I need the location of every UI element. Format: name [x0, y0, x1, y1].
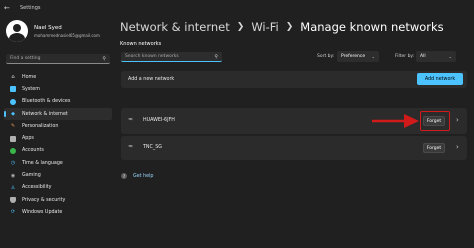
apps-icon — [10, 135, 16, 142]
sidebar-item-label: Privacy & security — [22, 197, 66, 203]
sidebar-item-network[interactable]: ◆ Network & internet — [4, 107, 112, 121]
sidebar-item-label: System — [22, 86, 40, 92]
breadcrumb: Network & internet ❯ Wi-Fi ❯ Manage know… — [120, 20, 444, 34]
search-icon: ⚲ — [214, 53, 218, 60]
sidebar-item-label: Apps — [22, 136, 34, 142]
gaming-icon: ◉ — [10, 172, 16, 179]
add-network-label: Add a new network — [128, 77, 175, 82]
breadcrumb-network-internet[interactable]: Network & internet — [120, 20, 230, 34]
chevron-right-icon: ❯ — [236, 22, 245, 32]
sort-by-label: Sort by: — [317, 54, 335, 59]
sidebar: Nael Syed mohammednasiel65@gmail.com Fin… — [0, 16, 114, 248]
sidebar-item-windows-update[interactable]: ⟳ Windows Update — [4, 206, 112, 218]
sidebar-item-label: Accounts — [22, 148, 44, 154]
sidebar-item-accounts[interactable]: Accounts — [4, 145, 112, 157]
main-content: Network & internet ❯ Wi-Fi ❯ Manage know… — [114, 16, 474, 248]
wifi-icon: ≈ — [128, 143, 134, 150]
add-network-button[interactable]: Add network — [417, 73, 463, 85]
forget-highlight-box — [420, 111, 450, 131]
shield-icon — [10, 197, 16, 204]
network-icon: ◆ — [11, 111, 15, 118]
sort-by-value: Preference — [341, 54, 366, 59]
home-icon: ⌂ — [11, 74, 15, 81]
sidebar-item-label: Network & internet — [22, 111, 68, 117]
time-language-icon: ◷ — [10, 160, 16, 167]
settings-search-input[interactable]: Find a setting ⚲ — [6, 54, 110, 64]
system-icon — [10, 86, 16, 93]
known-networks-search-input[interactable]: Search known networks ⚲ — [121, 52, 222, 62]
filter-by-value: All — [420, 54, 426, 59]
filter-by-dropdown[interactable]: All ⌄ — [416, 51, 456, 62]
sidebar-item-apps[interactable]: Apps — [4, 132, 112, 144]
sidebar-item-label: Time & language — [22, 160, 63, 166]
sidebar-item-personalization[interactable]: ✎ Personalization — [4, 120, 112, 132]
settings-search-placeholder: Find a setting — [10, 56, 41, 61]
get-help-link[interactable]: ? Get help — [121, 173, 153, 179]
window-title: Settings — [20, 5, 41, 11]
sidebar-item-privacy[interactable]: Privacy & security — [4, 194, 112, 206]
accounts-icon — [10, 147, 16, 154]
chevron-down-icon: ⌄ — [371, 54, 375, 59]
sidebar-item-time-language[interactable]: ◷ Time & language — [4, 157, 112, 169]
breadcrumb-wifi[interactable]: Wi-Fi — [251, 20, 278, 34]
known-networks-search-placeholder: Search known networks — [125, 54, 179, 59]
chevron-right-icon: ❯ — [285, 22, 294, 32]
sidebar-item-system[interactable]: System — [4, 83, 112, 95]
add-network-card: Add a new network — [121, 71, 467, 88]
sidebar-item-gaming[interactable]: ◉ Gaming — [4, 169, 112, 181]
sort-by-dropdown[interactable]: Preference ⌄ — [337, 51, 379, 62]
sidebar-item-bluetooth[interactable]: Bluetooth & devices — [4, 96, 112, 108]
sidebar-item-label: Accessibility — [22, 185, 52, 191]
profile-email: mohammednasiel65@gmail.com — [34, 32, 100, 38]
sidebar-item-home[interactable]: ⌂ Home — [4, 71, 112, 83]
chevron-down-icon: ⌄ — [448, 54, 452, 59]
windows-update-icon: ⟳ — [10, 209, 16, 216]
title-bar: ← Settings — [0, 0, 474, 16]
sidebar-item-label: Gaming — [22, 173, 41, 179]
help-icon: ? — [121, 173, 127, 179]
chevron-right-icon[interactable]: › — [456, 116, 459, 124]
back-arrow-icon[interactable]: ← — [4, 4, 14, 12]
personalization-icon: ✎ — [10, 123, 16, 130]
sidebar-item-label: Bluetooth & devices — [22, 99, 71, 105]
page-title: Manage known networks — [300, 20, 444, 34]
wifi-icon: ≈ — [128, 116, 134, 123]
sidebar-item-label: Personalization — [22, 123, 59, 129]
red-arrow-icon — [372, 114, 419, 128]
sidebar-item-label: Home — [22, 74, 37, 80]
filter-by-label: Filter by: — [395, 54, 415, 59]
search-icon: ⚲ — [102, 55, 106, 62]
known-networks-heading: Known networks — [120, 41, 162, 47]
sidebar-nav: ⌂ Home System Bluetooth & devices ◆ Netw… — [4, 71, 112, 219]
network-name: HUAWEI-6JFH — [143, 118, 175, 123]
accessibility-icon: ♙ — [10, 184, 16, 191]
sidebar-item-label: Windows Update — [22, 209, 63, 215]
network-name: TNC_SG — [143, 145, 163, 150]
avatar — [6, 20, 28, 42]
chevron-right-icon[interactable]: › — [456, 143, 459, 151]
forget-button[interactable]: Forget — [423, 143, 445, 153]
profile-name: Nael Syed — [34, 24, 62, 31]
get-help-label: Get help — [133, 173, 154, 179]
network-row: ≈ TNC_SG Forget › — [121, 136, 467, 160]
user-profile[interactable]: Nael Syed mohammednasiel65@gmail.com — [6, 20, 100, 42]
bluetooth-icon — [10, 98, 16, 105]
sidebar-item-accessibility[interactable]: ♙ Accessibility — [4, 182, 112, 194]
